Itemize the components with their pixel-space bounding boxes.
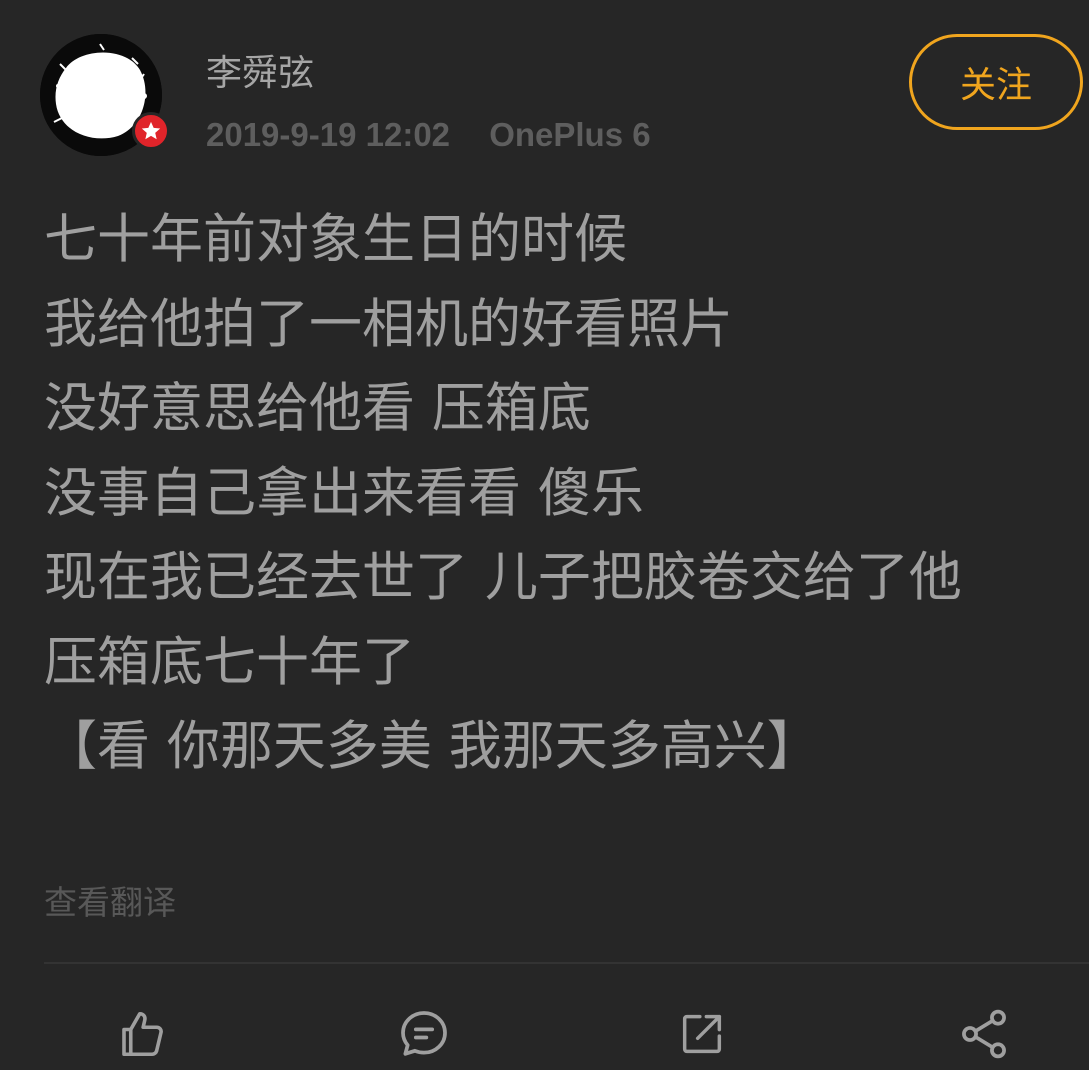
repost-button[interactable] [670, 1002, 734, 1066]
avatar[interactable] [40, 34, 170, 156]
post-meta: 2019-9-19 12:02 OnePlus 6 [206, 113, 651, 157]
repost-icon [682, 1014, 722, 1054]
comment-button[interactable] [392, 1002, 456, 1066]
follow-button[interactable]: 关注 [909, 34, 1083, 130]
comment-icon [401, 1011, 447, 1056]
divider [44, 962, 1089, 964]
post-date: 2019-9-19 12:02 [206, 116, 451, 153]
post-device: OnePlus 6 [489, 116, 651, 153]
post-body: 七十年前对象生日的时候 我给他拍了一相机的好看照片 没好意思给他看 压箱底 没事… [44, 209, 962, 777]
share-icon [962, 1009, 1006, 1059]
like-button[interactable] [110, 1002, 174, 1066]
share-button[interactable] [952, 1002, 1016, 1066]
verified-badge-icon [132, 112, 170, 150]
username[interactable]: 李舜弦 [206, 50, 314, 98]
view-translation-link[interactable]: 查看翻译 [44, 880, 176, 926]
thumbs-up-icon [122, 1011, 163, 1057]
